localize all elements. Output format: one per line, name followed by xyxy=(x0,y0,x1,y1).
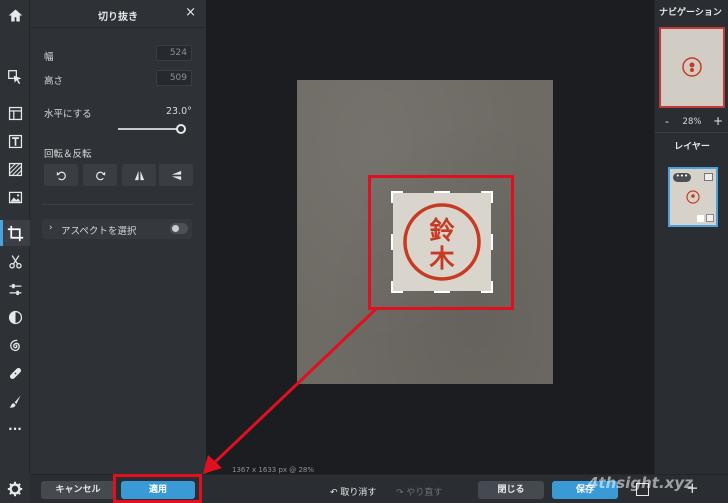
image-icon xyxy=(8,191,22,203)
zoom-in-button[interactable]: + xyxy=(713,114,723,128)
straighten-slider-thumb[interactable] xyxy=(175,124,186,134)
width-input[interactable]: 524 xyxy=(156,45,192,61)
rotate-left-icon xyxy=(56,171,66,180)
panel-divider xyxy=(42,204,194,205)
cancel-button[interactable]: キャンセル xyxy=(41,481,115,499)
cut-icon xyxy=(8,254,22,269)
close-button[interactable]: 閉じる xyxy=(478,481,544,499)
height-input[interactable]: 509 xyxy=(156,70,192,86)
undo-button[interactable]: ↶ 取り消す xyxy=(330,485,376,498)
tool-sidebar: ··· xyxy=(0,0,30,503)
pattern-icon xyxy=(8,162,22,176)
aspect-ratio-toggle[interactable] xyxy=(170,223,188,234)
settings-button[interactable] xyxy=(0,474,30,503)
brush-icon xyxy=(9,395,21,408)
annotation-highlight-apply xyxy=(113,474,202,503)
redo-label: やり直す xyxy=(406,488,443,498)
crop-icon xyxy=(7,225,23,241)
crop-panel-title: 切り抜き xyxy=(98,12,138,23)
watermark-text: 4thsight.xyz xyxy=(588,474,693,492)
navigator-thumbnail[interactable] xyxy=(659,27,725,108)
right-panel-divider xyxy=(655,132,728,133)
straighten-value: 23.0° xyxy=(166,106,192,117)
flip-vertical-button[interactable] xyxy=(159,164,193,186)
flip-horizontal-button[interactable] xyxy=(122,164,156,186)
right-panel: ナビゲーション - 28% + レイヤー ••• xyxy=(654,0,728,474)
aspect-ratio-row[interactable]: › アスペクトを選択 xyxy=(42,219,192,239)
flip-horizontal-icon xyxy=(134,170,144,180)
canvas-area: 鈴 木 1367 x 1633 px @ 28% xyxy=(206,0,654,474)
lock-icon[interactable] xyxy=(697,215,704,222)
layout-icon xyxy=(8,106,22,120)
undo-label: 取り消す xyxy=(340,488,377,498)
crop-tool[interactable] xyxy=(0,220,30,246)
image-tool[interactable] xyxy=(0,184,30,210)
layer-mask-icon[interactable] xyxy=(706,214,714,222)
more-tools-button[interactable]: ··· xyxy=(0,416,30,442)
contrast-icon xyxy=(8,310,22,324)
select-tool[interactable] xyxy=(0,64,30,90)
zoom-out-button[interactable]: - xyxy=(665,115,669,128)
crop-panel: 切り抜き × 幅 524 高さ 509 水平にする 23.0° 回転＆反転 › … xyxy=(30,0,206,503)
image-size-readout: 1367 x 1633 px @ 28% xyxy=(232,466,315,474)
straighten-label: 水平にする xyxy=(44,109,92,120)
text-icon xyxy=(8,134,22,148)
chevron-right-icon: › xyxy=(49,223,53,233)
layer-item[interactable]: ••• xyxy=(668,167,718,227)
layout-tool[interactable] xyxy=(0,100,30,126)
select-icon xyxy=(7,69,21,84)
contrast-tool[interactable] xyxy=(0,304,30,330)
layers-title: レイヤー xyxy=(674,142,710,152)
home-icon xyxy=(8,9,22,21)
bandage-icon xyxy=(9,367,21,379)
close-panel-button[interactable]: × xyxy=(185,5,196,20)
bandage-tool[interactable] xyxy=(0,360,30,386)
spiral-tool[interactable] xyxy=(0,332,30,358)
undo-icon: ↶ xyxy=(330,488,341,498)
gear-icon xyxy=(7,481,23,496)
navigator-seal-thumb xyxy=(682,57,702,77)
redo-icon: ↷ xyxy=(396,488,407,498)
adjust-icon xyxy=(9,283,21,295)
rotate-right-icon xyxy=(95,171,105,180)
navigator-title: ナビゲーション xyxy=(659,8,722,18)
width-label: 幅 xyxy=(44,52,54,63)
annotation-highlight-crop xyxy=(368,175,514,310)
pattern-tool[interactable] xyxy=(0,156,30,182)
aspect-ratio-label: アスペクトを選択 xyxy=(61,226,137,237)
more-icon: ··· xyxy=(8,422,22,436)
brush-tool[interactable] xyxy=(0,388,30,414)
cut-tool[interactable] xyxy=(0,248,30,274)
rotate-flip-label: 回転＆反転 xyxy=(44,149,92,160)
text-tool[interactable] xyxy=(0,128,30,154)
home-button[interactable] xyxy=(0,2,30,28)
zoom-level: 28% xyxy=(682,117,702,127)
height-label: 高さ xyxy=(44,76,64,87)
straighten-slider[interactable] xyxy=(118,128,184,130)
redo-button[interactable]: ↷ やり直す xyxy=(396,485,442,498)
rotate-right-button[interactable] xyxy=(83,164,117,186)
rotate-left-button[interactable] xyxy=(44,164,78,186)
adjust-tool[interactable] xyxy=(0,276,30,302)
flip-vertical-icon xyxy=(171,170,181,180)
crop-panel-header: 切り抜き × xyxy=(30,0,206,28)
spiral-icon xyxy=(9,339,20,351)
